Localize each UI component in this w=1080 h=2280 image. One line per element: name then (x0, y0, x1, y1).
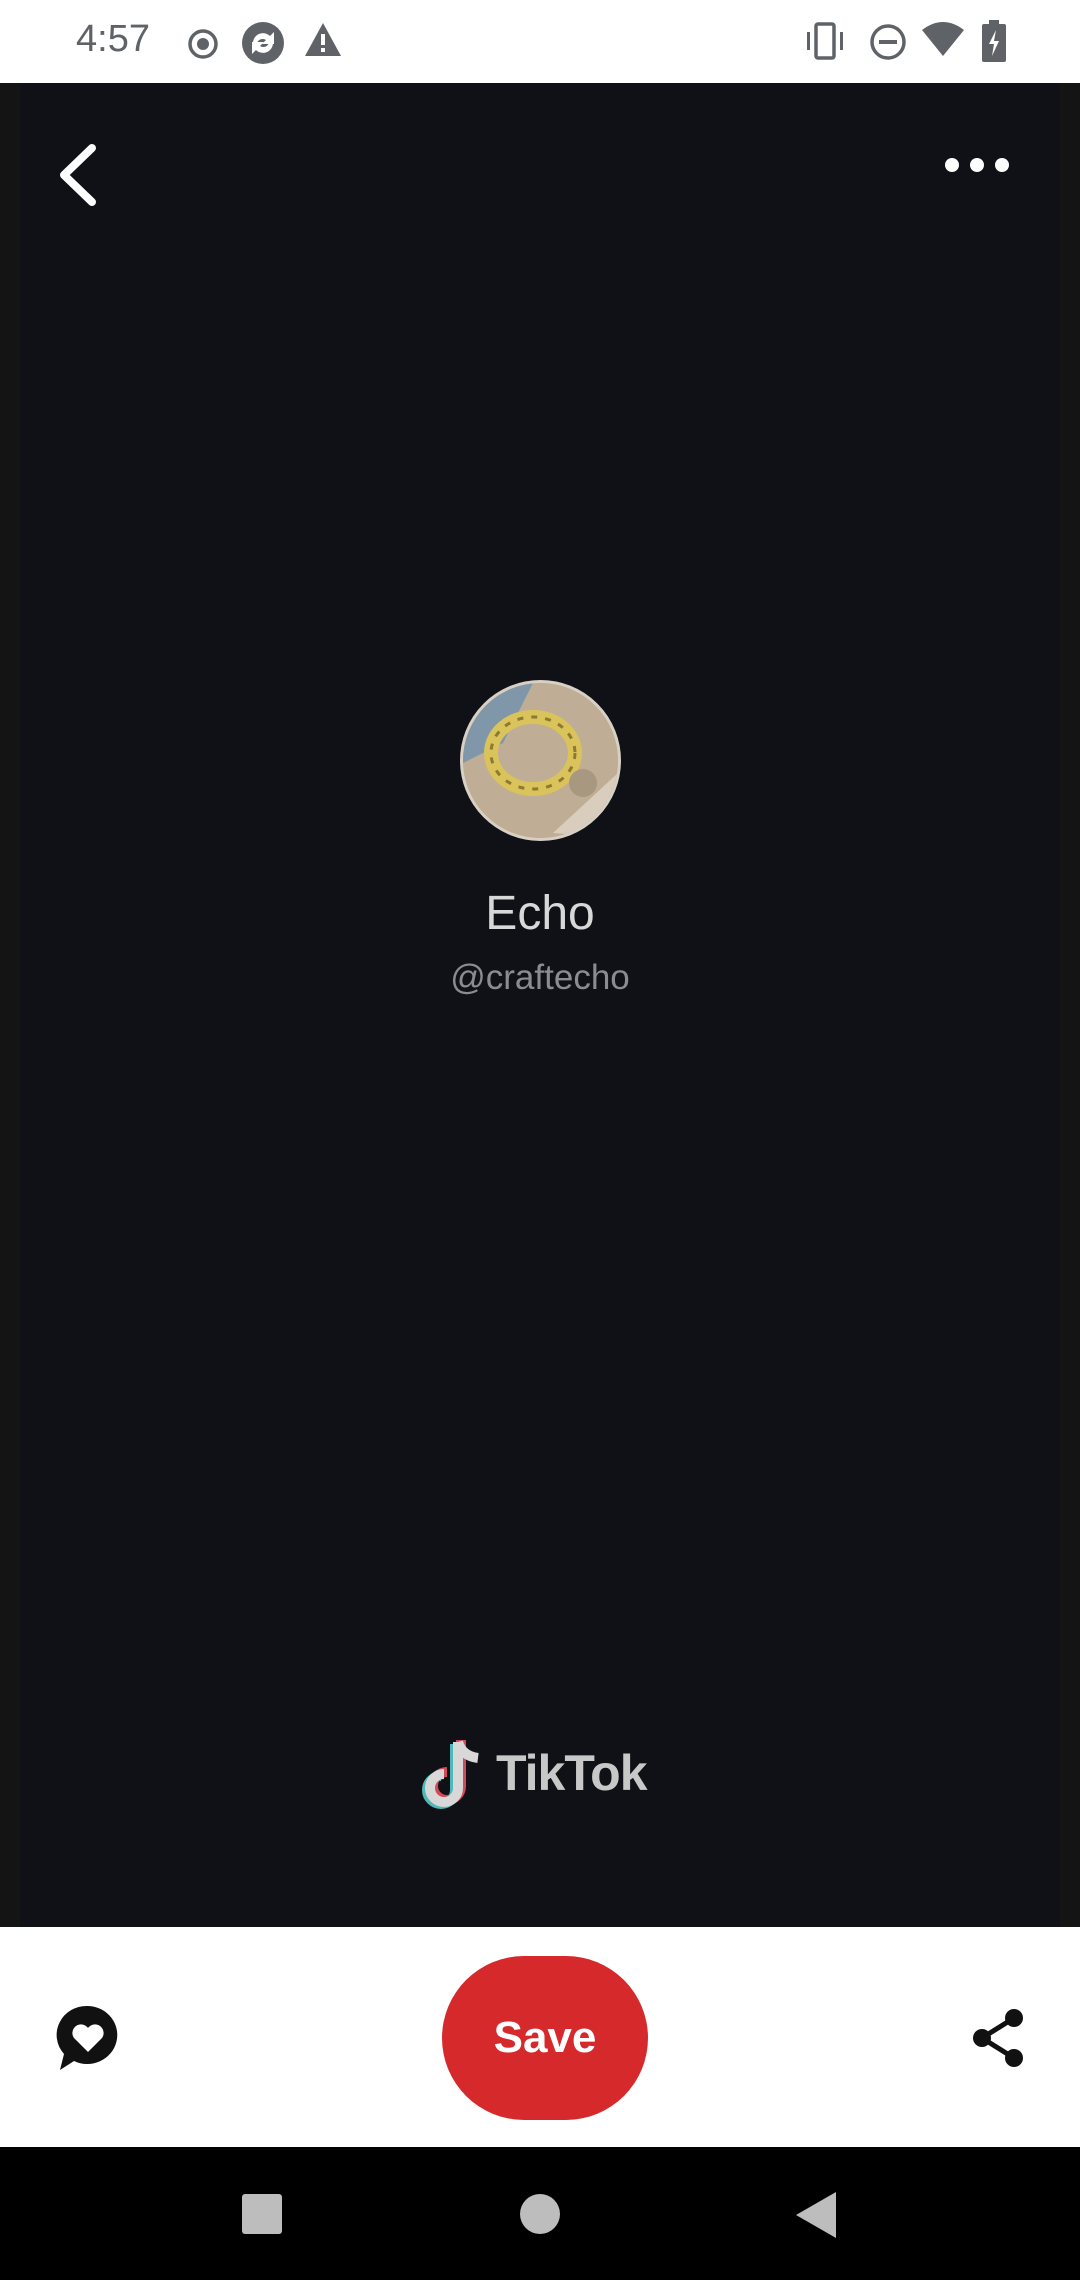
profile-name: Echo (485, 887, 595, 940)
chevron-left-icon[interactable] (50, 140, 110, 210)
status-bar: 4:57 (0, 0, 1080, 83)
battery-charging-icon (982, 20, 1006, 62)
back-icon[interactable] (794, 2190, 838, 2240)
profile-handle: @craftecho (450, 958, 630, 997)
share-icon[interactable] (970, 2008, 1026, 2068)
recents-icon[interactable] (242, 2194, 282, 2234)
record-icon (188, 29, 218, 59)
sync-icon (242, 22, 284, 64)
more-horizontal-icon[interactable] (940, 150, 1015, 180)
tiktok-note-icon (422, 1740, 479, 1809)
warning-icon (305, 23, 341, 56)
tiktok-watermark: TikTok (418, 1738, 668, 1814)
wifi-icon (922, 22, 964, 56)
comment-heart-icon[interactable] (56, 2004, 120, 2072)
save-button[interactable]: Save (442, 1956, 648, 2120)
do-not-disturb-icon (870, 24, 906, 60)
vibrate-icon (807, 22, 843, 60)
home-icon[interactable] (520, 2194, 560, 2234)
tiktok-brand-text: TikTok (496, 1745, 648, 1801)
avatar (460, 680, 621, 841)
video-preview[interactable] (20, 83, 1060, 1927)
status-time: 4:57 (76, 18, 150, 60)
avatar-image (463, 683, 618, 838)
